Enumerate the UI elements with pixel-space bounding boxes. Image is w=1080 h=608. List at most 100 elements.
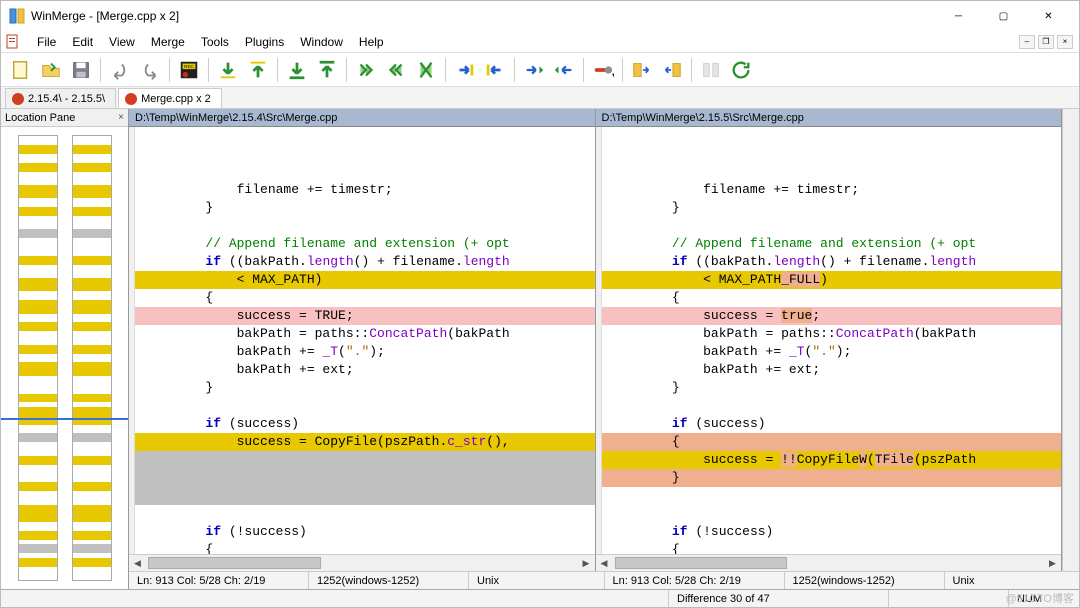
code-line: } <box>602 469 1062 487</box>
pane-status-row: Ln: 913 Col: 5/28 Ch: 2/19 1252(windows-… <box>129 571 1079 589</box>
code-line <box>602 397 1062 415</box>
last-diff-button[interactable] <box>352 56 380 84</box>
doc-tab[interactable]: Merge.cpp x 2 <box>118 88 222 108</box>
code-line: < MAX_PATH_FULL) <box>602 271 1062 289</box>
code-line: { <box>602 541 1062 554</box>
code-line: { <box>602 289 1062 307</box>
mdi-restore[interactable]: ❐ <box>1038 35 1054 49</box>
code-line <box>135 505 595 523</box>
app-icon <box>9 8 25 24</box>
mdi-minimize[interactable]: ‒ <box>1019 35 1035 49</box>
tab-icon <box>12 93 24 105</box>
copy-right-advance-button[interactable] <box>520 56 548 84</box>
new-button[interactable] <box>7 56 35 84</box>
menu-plugins[interactable]: Plugins <box>237 33 292 51</box>
code-line: bakPath += _T("."); <box>602 343 1062 361</box>
code-line: success = true; <box>602 307 1062 325</box>
menu-merge[interactable]: Merge <box>143 33 193 51</box>
right-pane-body[interactable]: filename += timestr; } // Append filenam… <box>596 127 1062 554</box>
redo-button[interactable] <box>136 56 164 84</box>
prev-diff-file-button[interactable] <box>313 56 341 84</box>
code-line: bakPath += ext; <box>135 361 595 379</box>
code-line: if ((bakPath.length() + filename.length <box>135 253 595 271</box>
prev-diff-button[interactable] <box>244 56 272 84</box>
merge-button[interactable] <box>697 56 725 84</box>
code-line: filename += timestr; <box>602 181 1062 199</box>
right-pane-header: D:\Temp\WinMerge\2.15.5\Src\Merge.cpp <box>596 109 1062 127</box>
menubar: FileEditViewMergeToolsPluginsWindowHelp … <box>1 31 1079 53</box>
status-bar: Difference 30 of 47 NUM <box>1 589 1079 607</box>
minimize-button[interactable]: ─ <box>936 2 981 30</box>
menu-help[interactable]: Help <box>351 33 392 51</box>
next-diff-button[interactable] <box>214 56 242 84</box>
left-pane-body[interactable]: filename += timestr; } // Append filenam… <box>129 127 595 554</box>
toolbar: REC ▾ <box>1 53 1079 87</box>
left-eol: Unix <box>469 572 605 589</box>
location-pane-body[interactable] <box>1 127 128 589</box>
document-tabs: 2.15.4\ - 2.15.5\ Merge.cpp x 2 <box>1 87 1079 109</box>
svg-text:▾: ▾ <box>612 70 614 79</box>
next-diff-file-button[interactable] <box>283 56 311 84</box>
menu-file[interactable]: File <box>29 33 64 51</box>
menu-tools[interactable]: Tools <box>193 33 237 51</box>
left-hscroll[interactable]: ◀▶ <box>129 554 595 571</box>
code-line: { <box>135 541 595 554</box>
all-right-button[interactable] <box>628 56 656 84</box>
undo-button[interactable] <box>106 56 134 84</box>
close-button[interactable]: ✕ <box>1026 2 1071 30</box>
code-line: bakPath += ext; <box>602 361 1062 379</box>
left-encoding: 1252(windows-1252) <box>309 572 469 589</box>
left-pos: Ln: 913 Col: 5/28 Ch: 2/19 <box>129 572 309 589</box>
tab-label: Merge.cpp x 2 <box>141 93 211 105</box>
code-line: success = CopyFile(pszPath.c_str(), <box>135 433 595 451</box>
vertical-scrollbar[interactable] <box>1062 109 1079 571</box>
window-title: WinMerge - [Merge.cpp x 2] <box>31 9 936 23</box>
doc-icon <box>5 34 21 50</box>
all-left-button[interactable] <box>658 56 686 84</box>
options-button[interactable]: ▾ <box>589 56 617 84</box>
code-line: < MAX_PATH) <box>135 271 595 289</box>
code-line <box>135 397 595 415</box>
menu-edit[interactable]: Edit <box>64 33 101 51</box>
code-line <box>602 487 1062 505</box>
copy-left-advance-button[interactable] <box>550 56 578 84</box>
code-line: filename += timestr; <box>135 181 595 199</box>
code-line: bakPath += _T("."); <box>135 343 595 361</box>
code-line: { <box>135 289 595 307</box>
code-line: } <box>135 199 595 217</box>
mdi-close[interactable]: × <box>1057 35 1073 49</box>
code-line: if (success) <box>602 415 1062 433</box>
current-diff-button[interactable] <box>412 56 440 84</box>
code-line: bakPath = paths::ConcatPath(bakPath <box>602 325 1062 343</box>
titlebar: WinMerge - [Merge.cpp x 2] ─ ▢ ✕ <box>1 1 1079 31</box>
menu-window[interactable]: Window <box>292 33 351 51</box>
code-line <box>135 487 595 505</box>
copy-right-button[interactable] <box>451 56 479 84</box>
right-hscroll[interactable]: ◀▶ <box>596 554 1062 571</box>
left-pane: D:\Temp\WinMerge\2.15.4\Src\Merge.cpp fi… <box>129 109 596 571</box>
code-line: success = TRUE; <box>135 307 595 325</box>
tab-label: 2.15.4\ - 2.15.5\ <box>28 93 105 105</box>
first-diff-button[interactable] <box>382 56 410 84</box>
record-button[interactable]: REC <box>175 56 203 84</box>
refresh-button[interactable] <box>727 56 755 84</box>
open-button[interactable] <box>37 56 65 84</box>
code-line: } <box>602 379 1062 397</box>
left-pane-header: D:\Temp\WinMerge\2.15.4\Src\Merge.cpp <box>129 109 595 127</box>
doc-tab[interactable]: 2.15.4\ - 2.15.5\ <box>5 88 116 108</box>
tab-icon <box>125 93 137 105</box>
right-eol: Unix <box>945 572 1080 589</box>
location-pane-close[interactable]: × <box>118 112 124 123</box>
menu-view[interactable]: View <box>101 33 143 51</box>
maximize-button[interactable]: ▢ <box>981 2 1026 30</box>
copy-left-button[interactable] <box>481 56 509 84</box>
location-pane-title: Location Pane <box>5 112 75 124</box>
save-button[interactable] <box>67 56 95 84</box>
code-line: success = !!CopyFileW(TFile(pszPath <box>602 451 1062 469</box>
code-line: bakPath = paths::ConcatPath(bakPath <box>135 325 595 343</box>
code-line: } <box>602 199 1062 217</box>
code-line: // Append filename and extension (+ opt <box>135 235 595 253</box>
code-line <box>135 217 595 235</box>
code-line <box>602 217 1062 235</box>
code-line: if ((bakPath.length() + filename.length <box>602 253 1062 271</box>
